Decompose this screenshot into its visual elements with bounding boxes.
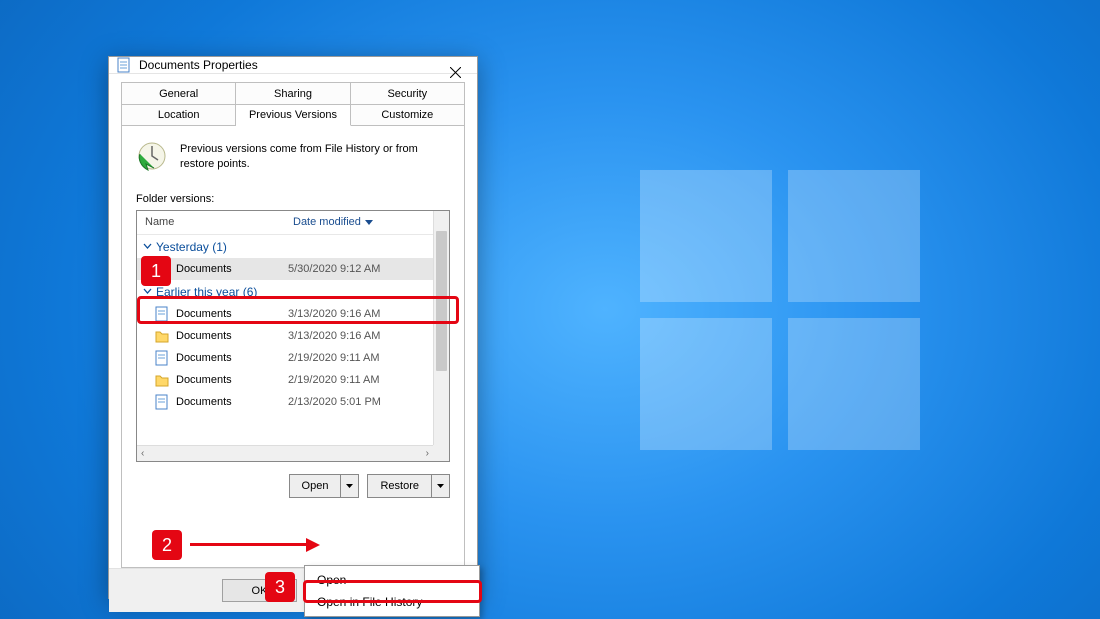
annotation-box-3 (303, 580, 482, 603)
chevron-down-icon (143, 287, 152, 296)
history-clock-icon (136, 140, 168, 172)
version-date: 2/19/2020 9:11 AM (288, 374, 380, 386)
version-row[interactable]: Documents 3/13/2020 9:16 AM (137, 325, 433, 347)
listview-header: Name Date modified (137, 211, 449, 235)
open-split-button[interactable]: Open (289, 474, 360, 498)
open-button[interactable]: Open (289, 474, 342, 498)
group-yesterday[interactable]: Yesterday (1) (137, 235, 433, 258)
tab-general[interactable]: General (121, 82, 236, 104)
tab-panel: Previous versions come from File History… (121, 125, 465, 568)
tab-sharing[interactable]: Sharing (236, 82, 350, 104)
tab-security[interactable]: Security (351, 82, 465, 104)
folder-icon (155, 328, 169, 343)
document-icon (155, 350, 169, 365)
sort-caret-icon (365, 220, 373, 225)
tab-previous-versions[interactable]: Previous Versions (236, 104, 350, 126)
annotation-arrow-2-head (306, 538, 320, 552)
restore-split-button[interactable]: Restore (367, 474, 450, 498)
versions-listview[interactable]: Name Date modified Yesterday (1) Documen… (136, 210, 450, 462)
version-name: Documents (176, 263, 288, 275)
folder-versions-label: Folder versions: (136, 193, 450, 205)
annotation-badge-2: 2 (152, 530, 182, 560)
version-date: 2/13/2020 5:01 PM (288, 396, 381, 408)
group-title: Yesterday (1) (156, 240, 227, 254)
version-name: Documents (176, 396, 288, 408)
column-date-modified[interactable]: Date modified (285, 211, 449, 234)
scroll-corner (433, 445, 449, 461)
version-name: Documents (176, 352, 288, 364)
vertical-scrollbar[interactable] (433, 211, 449, 445)
window-title: Documents Properties (139, 58, 258, 72)
document-icon (155, 394, 169, 409)
version-date: 5/30/2020 9:12 AM (288, 263, 380, 275)
column-name[interactable]: Name (137, 211, 285, 234)
folder-icon (155, 372, 169, 387)
version-date: 3/13/2020 9:16 AM (288, 330, 380, 342)
caret-down-icon (346, 484, 353, 488)
caret-down-icon (437, 484, 444, 488)
windows-logo (640, 170, 920, 450)
properties-dialog: Documents Properties General Sharing Sec… (108, 56, 478, 599)
version-row[interactable]: Documents 5/30/2020 9:12 AM (137, 258, 433, 280)
close-icon (450, 67, 461, 78)
version-row[interactable]: Documents 2/13/2020 5:01 PM (137, 391, 433, 413)
annotation-badge-3: 3 (265, 572, 295, 602)
listview-body: Yesterday (1) Documents 5/30/2020 9:12 A… (137, 235, 433, 445)
annotation-box-1 (137, 296, 459, 324)
version-row[interactable]: Documents 2/19/2020 9:11 AM (137, 347, 433, 369)
annotation-badge-1: 1 (141, 256, 171, 286)
open-dropdown-button[interactable] (341, 474, 359, 498)
annotation-arrow-2-line (190, 543, 308, 546)
version-name: Documents (176, 374, 288, 386)
horizontal-scrollbar[interactable]: ‹› (137, 445, 433, 461)
version-date: 2/19/2020 9:11 AM (288, 352, 380, 364)
tab-location[interactable]: Location (121, 104, 236, 126)
document-icon (117, 57, 131, 73)
version-row[interactable]: Documents 2/19/2020 9:11 AM (137, 369, 433, 391)
titlebar[interactable]: Documents Properties (109, 57, 477, 74)
info-text: Previous versions come from File History… (180, 140, 450, 173)
column-date-label: Date modified (293, 216, 361, 228)
restore-dropdown-button[interactable] (432, 474, 450, 498)
version-name: Documents (176, 330, 288, 342)
tab-customize[interactable]: Customize (351, 104, 465, 126)
restore-button[interactable]: Restore (367, 474, 432, 498)
chevron-down-icon (143, 242, 152, 251)
